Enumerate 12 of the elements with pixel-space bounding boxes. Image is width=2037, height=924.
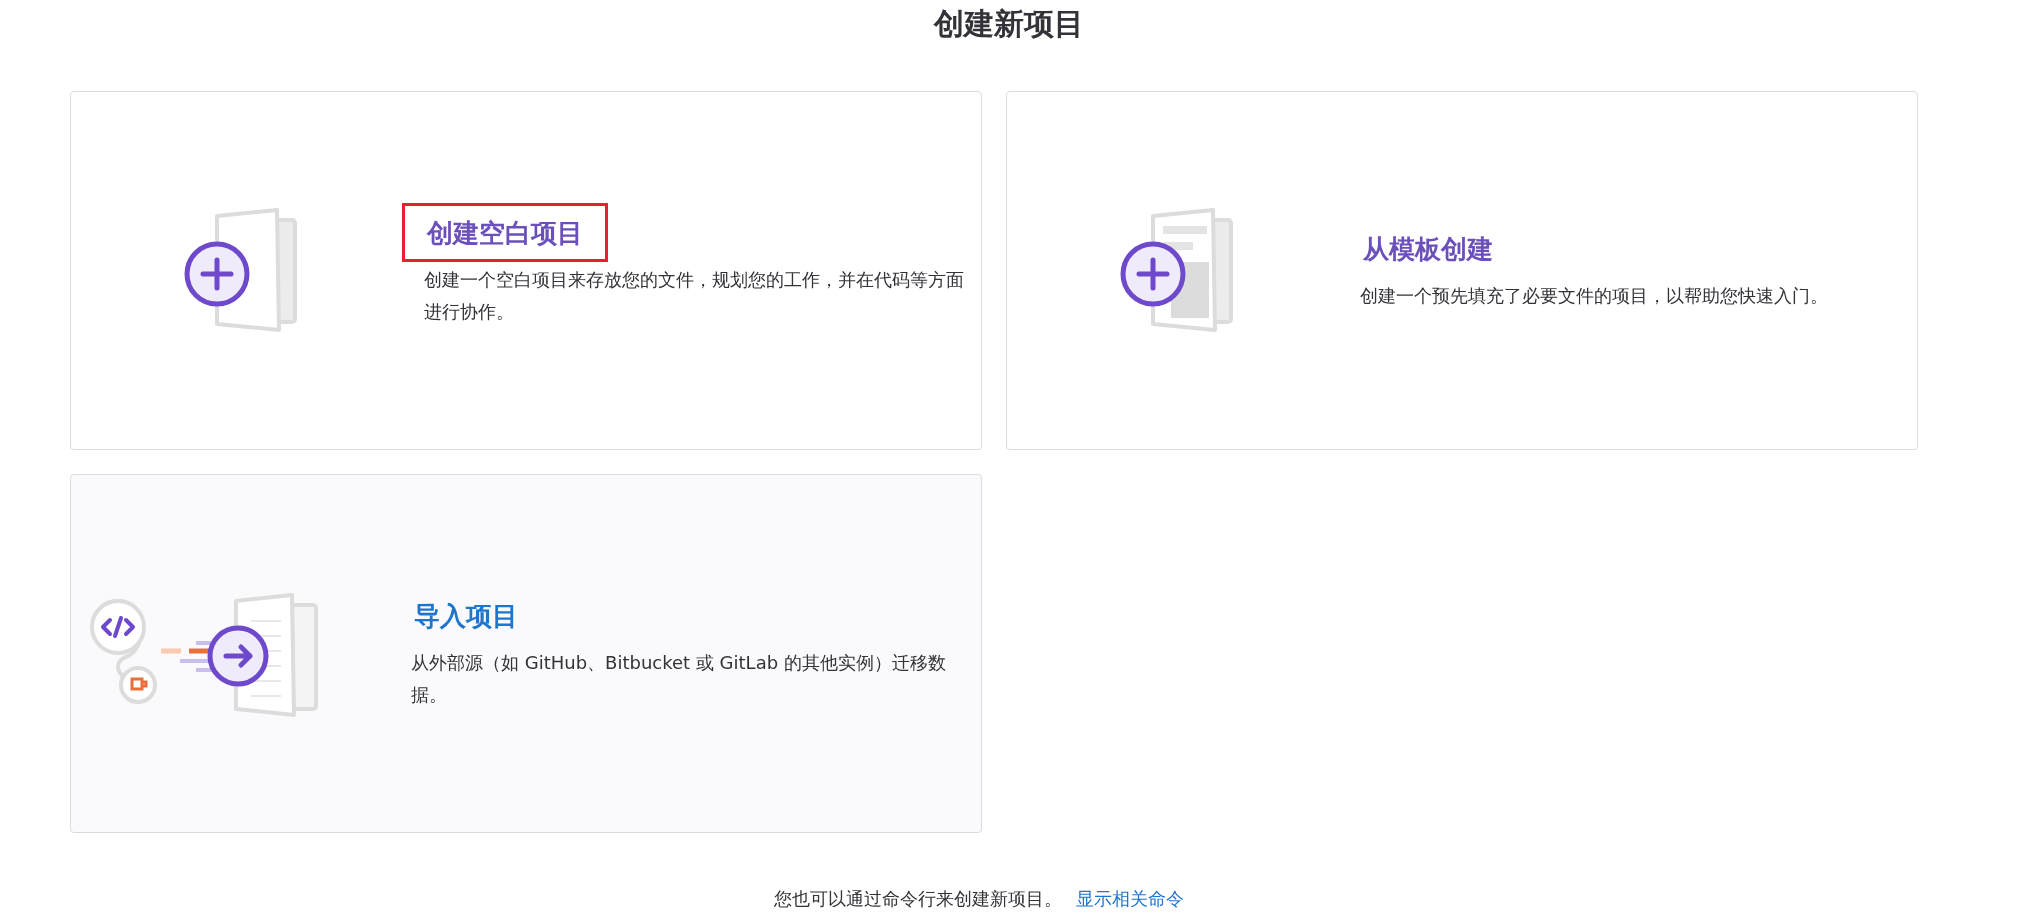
card-title: 从模板创建 [1361,233,1494,266]
card-title: 导入项目 [413,600,519,633]
footer-text: 您也可以通过命令行来创建新项目。 [773,887,1062,911]
card-title: 创建空白项目 [402,203,608,262]
show-commands-link[interactable]: 显示相关命令 [1075,887,1184,911]
card-description: 创建一个预先填充了必要文件的项目，以帮助您快速入门。 [1360,284,1829,308]
card-description: 从外部源（如 GitHub、Bitbucket 或 GitLab 的其他实例）迁移数据。 [411,651,947,707]
option-card[interactable]: 创建空白项目 创建一个空白项目来存放您的文件，规划您的工作，并在代码等方面进行协作。 [70,91,982,450]
option-card[interactable]: 从模板创建 创建一个预先填充了必要文件的项目，以帮助您快速入门。 [1006,91,1918,450]
card-description: 创建一个空白项目来存放您的文件，规划您的工作，并在代码等方面进行协作。 [424,268,965,324]
page-title: 创建新项目 [933,5,1084,43]
option-card[interactable]: 导入项目 从外部源（如 GitHub、Bitbucket 或 GitLab 的其他实例）迁移数据。 [70,474,982,833]
